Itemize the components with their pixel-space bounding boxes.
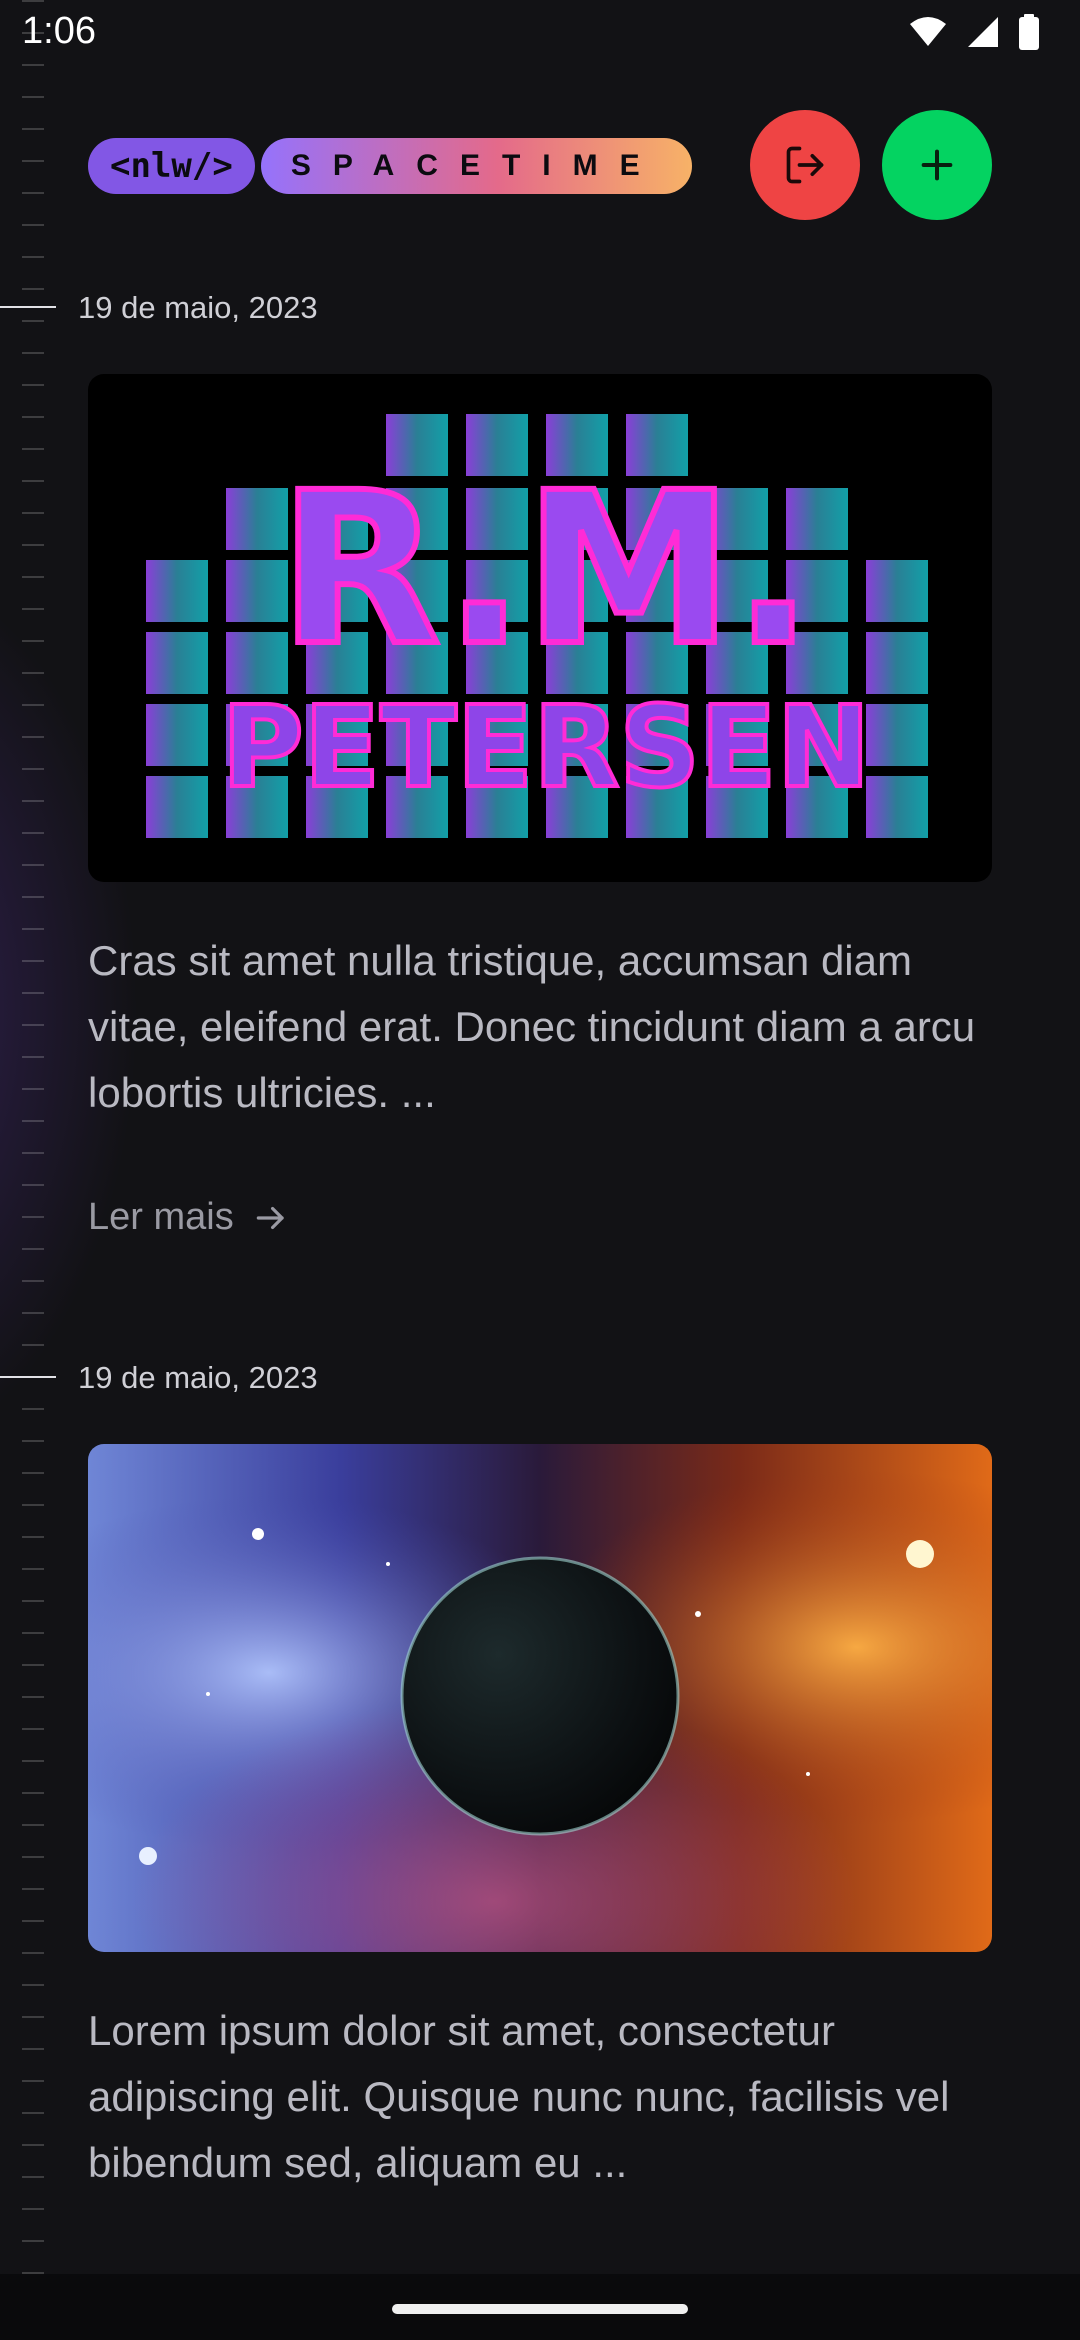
logout-icon — [786, 146, 824, 184]
spacetime-logo: <nlw/> SPACETIME — [88, 138, 692, 194]
artwork-subtitle: PETERSEN — [222, 683, 871, 813]
battery-icon — [1019, 14, 1039, 50]
read-more-link[interactable]: Ler mais — [88, 1196, 290, 1239]
memory-cover-image[interactable] — [88, 1444, 992, 1952]
timeline-marker — [0, 1376, 56, 1378]
status-time: 1:06 — [22, 10, 96, 52]
timeline-stripes — [22, 0, 44, 2280]
artwork-title: R.M. — [279, 447, 813, 692]
status-bar: 1:06 — [0, 0, 1080, 70]
plus-icon — [921, 149, 953, 181]
memory-cover-image[interactable]: R.M. PETERSEN — [88, 374, 992, 882]
memory-date: 19 de maio, 2023 — [78, 290, 318, 325]
app-screen: 1:06 <nlw/> SPACETIME 19 de maio, 2023 R… — [0, 0, 1080, 2340]
wifi-icon — [910, 17, 946, 46]
memory-excerpt: Cras sit amet nulla tristique, accumsan … — [88, 937, 976, 1116]
signal-icon — [968, 17, 998, 47]
rm-petersen-artwork: R.M. PETERSEN — [146, 414, 928, 838]
memory-excerpt: Lorem ipsum dolor sit amet, consectetur … — [88, 2007, 950, 2186]
home-indicator[interactable] — [392, 2304, 688, 2314]
timeline-marker — [0, 306, 56, 308]
logout-button[interactable] — [750, 110, 860, 220]
status-icons — [908, 14, 1040, 50]
read-more-label: Ler mais — [88, 1196, 234, 1238]
nlw-badge: <nlw/> — [88, 138, 255, 194]
memory-date: 19 de maio, 2023 — [78, 1360, 318, 1395]
spacetime-wordmark: SPACETIME — [260, 138, 692, 194]
space-planet-artwork — [88, 1444, 992, 1952]
add-memory-button[interactable] — [882, 110, 992, 220]
arrow-right-icon — [256, 1206, 284, 1229]
